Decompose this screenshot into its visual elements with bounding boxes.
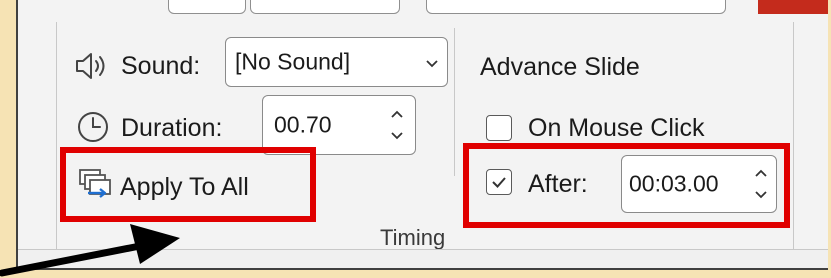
column-separator (454, 28, 455, 176)
on-mouse-click-checkbox[interactable]: On Mouse Click (482, 108, 742, 148)
top-red-control (758, 0, 828, 14)
after-checkbox[interactable]: After: (482, 162, 612, 202)
after-value: 00:03.00 (629, 170, 719, 197)
after-spinner[interactable]: 00:03.00 (621, 155, 777, 213)
sound-dropdown[interactable]: [No Sound] (225, 37, 448, 87)
duration-spinner[interactable]: 00.70 (262, 95, 416, 155)
sound-label: Sound: (121, 52, 201, 80)
below-ribbon-area (18, 250, 828, 268)
after-label: After: (528, 170, 588, 198)
group-separator-left (56, 22, 57, 249)
apply-to-all-icon (78, 168, 114, 205)
top-control-2[interactable] (250, 0, 400, 14)
apply-to-all-label: Apply To All (120, 173, 249, 201)
duration-label: Duration: (121, 114, 223, 142)
checkmark-icon (492, 177, 506, 188)
apply-to-all-button[interactable]: Apply To All (70, 160, 310, 210)
on-mouse-click-label: On Mouse Click (528, 114, 705, 142)
top-control-3[interactable] (426, 0, 726, 14)
chevron-down-icon[interactable] (425, 59, 439, 69)
duration-value: 00.70 (274, 111, 332, 138)
advance-slide-heading: Advance Slide (480, 53, 640, 81)
clock-icon (76, 110, 110, 149)
on-mouse-click-box[interactable] (486, 115, 512, 141)
spin-up-down-icon[interactable] (754, 167, 768, 201)
speaker-icon (74, 50, 114, 87)
spin-up-down-icon[interactable] (390, 108, 404, 142)
top-control-1[interactable] (168, 0, 246, 14)
after-box[interactable] (486, 169, 512, 195)
ribbon-timing-group: Sound: [No Sound] Duration: 00.70 Apply … (16, 0, 828, 270)
group-separator-right (793, 22, 794, 249)
sound-dropdown-value: [No Sound] (235, 48, 351, 75)
